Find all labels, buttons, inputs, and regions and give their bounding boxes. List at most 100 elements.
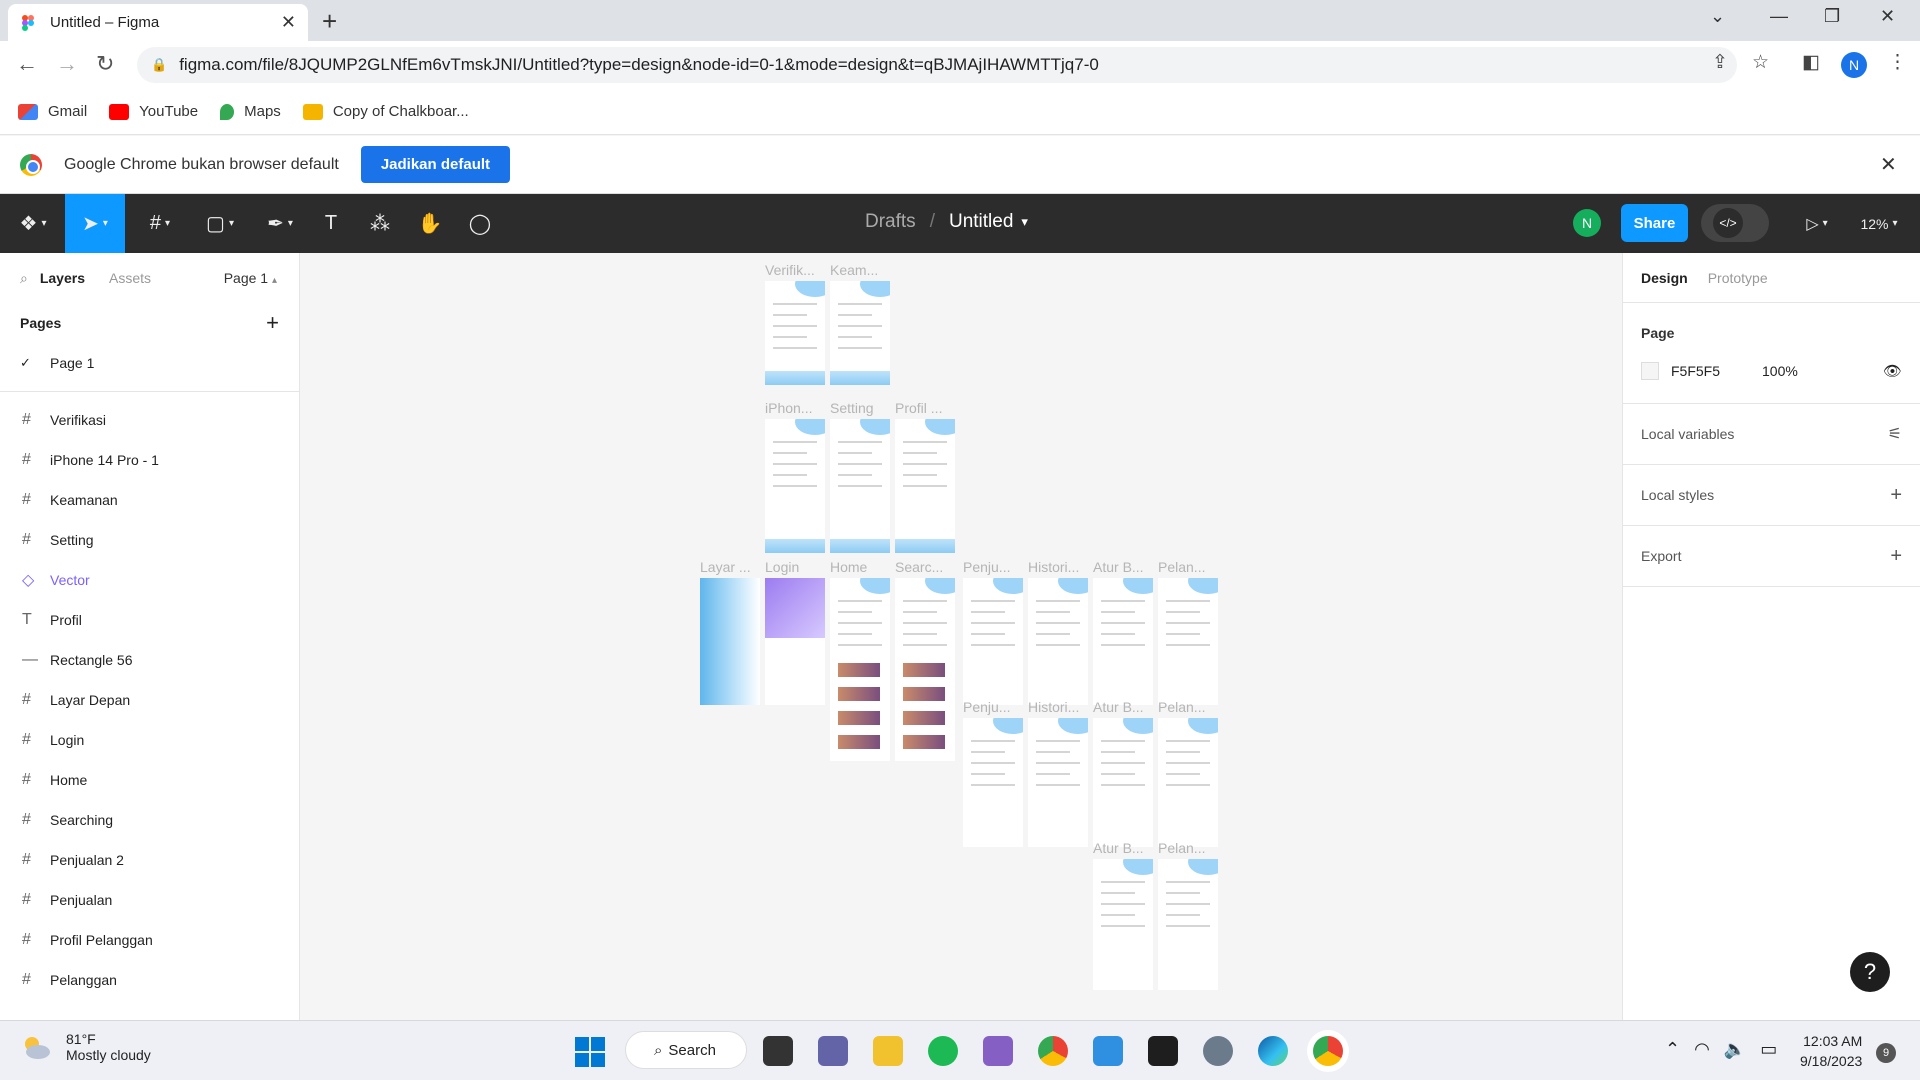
canvas-frame[interactable] [830, 578, 890, 761]
frame-label[interactable]: Setting [830, 400, 874, 416]
chevron-down-icon[interactable]: ▾ [1021, 214, 1028, 233]
frame-label[interactable]: Histori... [1028, 699, 1079, 715]
file-explorer-icon[interactable] [873, 1036, 903, 1066]
tab-search-icon[interactable]: ⌄ [1710, 6, 1725, 27]
canvas-frame[interactable] [830, 419, 890, 553]
taskbar-search[interactable]: ⌕ Search [625, 1031, 747, 1069]
page-switcher[interactable]: Page 1 ▴ [224, 270, 277, 286]
frame-label[interactable]: Keam... [830, 262, 878, 278]
visual-studio-icon[interactable] [983, 1036, 1013, 1066]
frame-label[interactable]: Pelan... [1158, 840, 1205, 856]
user-avatar[interactable]: N [1573, 209, 1601, 237]
resources-button[interactable]: ⁂ [362, 194, 398, 253]
bookmark-maps[interactable]: Maps [220, 103, 281, 120]
restore-icon[interactable]: ❐ [1824, 6, 1840, 27]
page-item[interactable]: ✓ Page 1 [0, 343, 299, 383]
bookmark-gmail[interactable]: Gmail [18, 103, 87, 120]
teams-icon[interactable] [818, 1036, 848, 1066]
layer-item[interactable]: # Home [0, 760, 299, 800]
help-button[interactable]: ? [1850, 952, 1890, 992]
tab-layers[interactable]: Layers [40, 270, 85, 286]
frame-label[interactable]: Verifik... [765, 262, 815, 278]
canvas-frame[interactable] [1028, 718, 1088, 847]
new-tab-icon[interactable]: + [322, 6, 337, 37]
canvas-frame[interactable] [1158, 578, 1218, 705]
reload-icon[interactable]: ↻ [96, 51, 114, 77]
layer-item[interactable]: — Rectangle 56 [0, 640, 299, 680]
page-opacity[interactable]: 100% [1762, 363, 1798, 379]
tab-assets[interactable]: Assets [109, 270, 151, 286]
notification-badge[interactable]: 9 [1876, 1043, 1896, 1063]
canvas-frame[interactable] [765, 419, 825, 553]
layer-item[interactable]: ◇ Vector [0, 560, 299, 600]
layer-item[interactable]: # Pelanggan [0, 960, 299, 1000]
canvas-frame[interactable] [895, 578, 955, 761]
close-window-icon[interactable]: ✕ [1880, 6, 1895, 27]
canvas-frame[interactable] [1158, 859, 1218, 990]
bookmark-youtube[interactable]: YouTube [109, 103, 198, 120]
layer-item[interactable]: # Searching [0, 800, 299, 840]
layer-item[interactable]: # Layar Depan [0, 680, 299, 720]
layer-item[interactable]: # Penjualan [0, 880, 299, 920]
zoom-menu[interactable]: 12% ▾ [1848, 194, 1910, 253]
tab-design[interactable]: Design [1641, 270, 1688, 286]
frame-tool-button[interactable]: # ▾ [135, 194, 185, 253]
chevron-up-icon[interactable]: ⌃ [1665, 1039, 1680, 1060]
back-icon[interactable]: ← [16, 51, 38, 77]
frame-label[interactable]: Login [765, 559, 799, 575]
volume-icon[interactable]: 🔈 [1724, 1039, 1746, 1060]
layer-item[interactable]: # Penjualan 2 [0, 840, 299, 880]
frame-label[interactable]: iPhon... [765, 400, 812, 416]
frame-label[interactable]: Layar ... [700, 559, 751, 575]
design-canvas[interactable]: Verifik... Keam... iPhon... Setting Profil .… [300, 253, 1622, 1020]
spotify-icon[interactable] [928, 1036, 958, 1066]
file-name[interactable]: Untitled [949, 211, 1013, 233]
vscode-icon[interactable] [1093, 1036, 1123, 1066]
canvas-frame[interactable] [700, 578, 760, 705]
side-panel-icon[interactable]: ◧ [1802, 51, 1820, 74]
edge-icon[interactable] [1258, 1036, 1288, 1066]
omnibox[interactable]: 🔒 figma.com/file/8JQUMP2GLNfEm6vTmskJNI/… [137, 47, 1737, 83]
clock[interactable]: 12:03 AM 9/18/2023 [1800, 1031, 1862, 1071]
canvas-frame[interactable] [963, 718, 1023, 847]
chrome-icon[interactable] [1038, 1036, 1068, 1066]
add-export-icon[interactable]: + [1890, 545, 1902, 568]
infobar-close-icon[interactable]: ✕ [1880, 152, 1897, 177]
text-tool-button[interactable]: T [313, 194, 349, 253]
terminal-icon[interactable] [1148, 1036, 1178, 1066]
hand-tool-button[interactable]: ✋ [412, 194, 448, 253]
frame-label[interactable]: Home [830, 559, 867, 575]
variables-icon[interactable]: ⚟ [1888, 424, 1902, 444]
layer-item[interactable]: # Profil Pelanggan [0, 920, 299, 960]
canvas-frame[interactable] [963, 578, 1023, 705]
canvas-frame[interactable] [830, 281, 890, 385]
share-button[interactable]: Share [1621, 204, 1688, 242]
bookmark-chalkboard[interactable]: Copy of Chalkboar... [302, 103, 469, 120]
browser-tab[interactable]: Untitled – Figma ✕ [8, 4, 308, 41]
frame-label[interactable]: Atur B... [1093, 699, 1144, 715]
frame-label[interactable]: Histori... [1028, 559, 1079, 575]
present-button[interactable]: ▷ ▾ [1795, 194, 1839, 253]
frame-label[interactable]: Penju... [963, 699, 1010, 715]
frame-label[interactable]: Profil ... [895, 400, 942, 416]
dev-mode-toggle[interactable]: </> [1701, 204, 1769, 242]
frame-label[interactable]: Penju... [963, 559, 1010, 575]
eye-icon[interactable]: 👁 [1883, 362, 1902, 380]
set-default-button[interactable]: Jadikan default [360, 146, 511, 183]
canvas-frame[interactable] [1093, 718, 1153, 847]
frame-label[interactable]: Atur B... [1093, 840, 1144, 856]
menu-icon[interactable]: ⋮ [1888, 51, 1907, 74]
forward-icon[interactable]: → [56, 51, 78, 77]
page-fill-row[interactable]: F5F5F5 100% 👁 [1641, 355, 1902, 387]
tab-prototype[interactable]: Prototype [1708, 270, 1768, 286]
canvas-frame[interactable] [765, 281, 825, 385]
close-tab-icon[interactable]: ✕ [281, 12, 296, 33]
canvas-frame[interactable] [895, 419, 955, 553]
layer-item[interactable]: # Login [0, 720, 299, 760]
move-tool-button[interactable]: ➤ ▾ [65, 194, 125, 253]
canvas-frame[interactable] [1093, 859, 1153, 990]
wifi-icon[interactable]: ◠ [1694, 1039, 1710, 1060]
profile-avatar[interactable]: N [1841, 52, 1867, 78]
chrome-active-icon[interactable] [1313, 1036, 1343, 1066]
page-color-hex[interactable]: F5F5F5 [1671, 363, 1720, 379]
